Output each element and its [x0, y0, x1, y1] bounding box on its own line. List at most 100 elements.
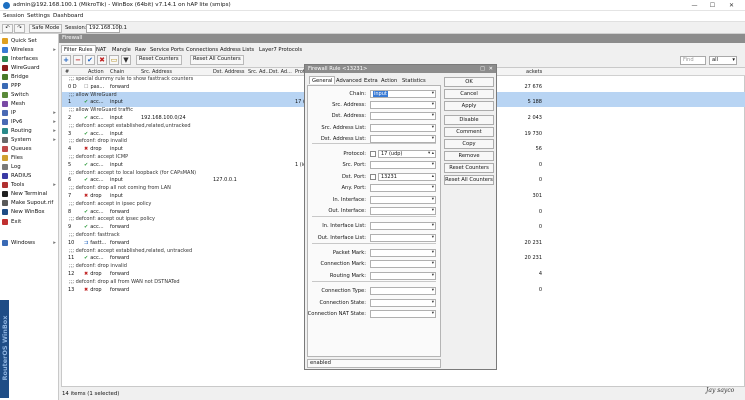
- cancel-button[interactable]: Cancel: [444, 89, 494, 99]
- sidebar-item-bridge[interactable]: Bridge: [2, 73, 58, 81]
- sidebar-item-windows[interactable]: Windows ▸: [2, 239, 58, 247]
- field-input-connection-nat-state[interactable]: ▾: [370, 310, 436, 318]
- remove-button[interactable]: Remove: [444, 151, 494, 161]
- sidebar-item-queues[interactable]: Queues: [2, 145, 58, 153]
- not-checkbox[interactable]: [370, 151, 376, 157]
- field-input-connection-mark[interactable]: ▾: [370, 260, 436, 268]
- field-input-in-interface-list[interactable]: ▾: [370, 222, 436, 230]
- safe-mode-button[interactable]: Safe Mode: [29, 24, 63, 33]
- field-input-dst-address-list[interactable]: ▾: [370, 135, 436, 143]
- redo-button[interactable]: ↷: [14, 24, 25, 33]
- field-input-any-port[interactable]: ▾: [370, 184, 436, 192]
- undo-button[interactable]: ↶: [2, 24, 13, 33]
- find-input[interactable]: Find: [680, 56, 706, 65]
- tab-connections[interactable]: Connections: [183, 45, 221, 53]
- tab-address-lists[interactable]: Address Lists: [217, 45, 257, 53]
- find-scope-select[interactable]: all ▾: [709, 56, 737, 65]
- menu-session[interactable]: Session: [3, 13, 24, 19]
- sidebar-item-system[interactable]: System ▸: [2, 136, 58, 144]
- copy-button[interactable]: Copy: [444, 139, 494, 149]
- sidebar-item-routing[interactable]: Routing ▸: [2, 127, 58, 135]
- disable-button[interactable]: Disable: [444, 115, 494, 125]
- sidebar-item-wireguard[interactable]: WireGuard: [2, 64, 58, 72]
- dialog-maximize-icon[interactable]: □: [480, 65, 485, 73]
- field-input-dst-address[interactable]: ▾: [370, 112, 436, 120]
- column-header[interactable]: #: [65, 69, 69, 75]
- disable-icon[interactable]: ✖: [97, 55, 107, 65]
- reset-all-counters-button[interactable]: Reset All Counters: [444, 175, 494, 185]
- field-input-out-interface-list[interactable]: ▾: [370, 234, 436, 242]
- field-input-routing-mark[interactable]: ▾: [370, 272, 436, 280]
- sidebar-item-files[interactable]: Files: [2, 154, 58, 162]
- sidebar-item-make-supout-rif[interactable]: Make Supout.rif: [2, 199, 58, 207]
- column-header[interactable]: Src. Ad...: [248, 69, 270, 75]
- not-checkbox[interactable]: [370, 174, 376, 180]
- tab-layer7-protocols[interactable]: Layer7 Protocols: [256, 45, 305, 53]
- field-input-packet-mark[interactable]: ▾: [370, 249, 436, 257]
- column-header[interactable]: ackets: [526, 69, 542, 75]
- column-header[interactable]: Chain: [110, 69, 124, 75]
- rule-action-label: drop: [90, 286, 102, 293]
- reset-counters-button[interactable]: Reset Counters: [136, 55, 182, 65]
- dialog-tab-action[interactable]: Action: [378, 76, 400, 84]
- ok-button[interactable]: OK: [444, 77, 494, 87]
- tab-filter-rules[interactable]: Filter Rules: [61, 45, 96, 53]
- comment-button[interactable]: Comment: [444, 127, 494, 137]
- field-input-out-interface[interactable]: ▾: [370, 207, 436, 215]
- field-input-src-address-list[interactable]: ▾: [370, 124, 436, 132]
- field-input-protocol[interactable]: 17 (udp) ▾ ▴: [378, 150, 436, 158]
- sidebar-item-quick-set[interactable]: Quick Set: [2, 37, 58, 45]
- field-label-in-interface: In. Interface:: [332, 197, 366, 203]
- menu-dashboard[interactable]: Dashboard: [53, 13, 83, 19]
- comment-icon[interactable]: ▭: [109, 55, 119, 65]
- sidebar-item-radius[interactable]: RADIUS: [2, 172, 58, 180]
- sidebar-item-ppp[interactable]: PPP: [2, 82, 58, 90]
- sidebar-item-new-terminal[interactable]: New Terminal: [2, 190, 58, 198]
- field-input-src-address[interactable]: ▾: [370, 101, 436, 109]
- enable-icon[interactable]: ✔: [85, 55, 95, 65]
- column-header[interactable]: Src. Address: [141, 69, 172, 75]
- dialog-tab-statistics[interactable]: Statistics: [399, 76, 429, 84]
- sidebar-item-ipv6[interactable]: IPv6 ▸: [2, 118, 58, 126]
- filter-icon[interactable]: ▼: [121, 55, 131, 65]
- reset-all-counters-button[interactable]: Reset All Counters: [190, 55, 244, 65]
- reset-counters-button[interactable]: Reset Counters: [444, 163, 494, 173]
- field-input-chain[interactable]: input ▾: [370, 90, 436, 98]
- submenu-arrow-icon: ▸: [53, 119, 56, 125]
- sidebar-item-mesh[interactable]: Mesh: [2, 100, 58, 108]
- minimize-icon[interactable]: —: [690, 1, 699, 10]
- maximize-icon[interactable]: ☐: [708, 1, 717, 10]
- tab-service-ports[interactable]: Service Ports: [147, 45, 187, 53]
- column-header[interactable]: Dst. Ad...: [269, 69, 292, 75]
- field-input-connection-state[interactable]: ▾: [370, 299, 436, 307]
- field-input-src-port[interactable]: ▾: [370, 161, 436, 169]
- sidebar-item-new-winbox[interactable]: New WinBox: [2, 208, 58, 216]
- menu-settings[interactable]: Settings: [27, 13, 50, 19]
- sidebar-item-log[interactable]: Log: [2, 163, 58, 171]
- field-input-connection-type[interactable]: ▾: [370, 287, 436, 295]
- accept-icon: ✔: [84, 99, 89, 106]
- add-icon[interactable]: +: [61, 55, 71, 65]
- dialog-close-icon[interactable]: ✕: [489, 65, 493, 73]
- sidebar-item-switch[interactable]: Switch: [2, 91, 58, 99]
- sidebar-item-interfaces[interactable]: Interfaces: [2, 55, 58, 63]
- apply-button[interactable]: Apply: [444, 101, 494, 111]
- chevron-down-icon: ▾: [431, 208, 434, 213]
- rule-chain: input: [110, 161, 123, 168]
- sidebar-item-wireless[interactable]: Wireless ▸: [2, 46, 58, 54]
- sidebar-item-tools[interactable]: Tools ▸: [2, 181, 58, 189]
- tab-mangle[interactable]: Mangle: [109, 45, 134, 53]
- field-input-in-interface[interactable]: ▾: [370, 196, 436, 204]
- field-input-dst-port[interactable]: 13231 ▴: [378, 173, 436, 181]
- rule-comment: ;;; defconf: accept established,related,…: [69, 122, 191, 129]
- close-icon[interactable]: ✕: [727, 1, 736, 10]
- column-header[interactable]: Action: [88, 69, 104, 75]
- dialog-tab-general[interactable]: General: [309, 76, 336, 84]
- dialog-tab-advanced[interactable]: Advanced: [333, 76, 365, 84]
- session-field[interactable]: 192.168.100.1: [86, 24, 127, 33]
- sidebar-item-ip[interactable]: IP ▸: [2, 109, 58, 117]
- tab-nat[interactable]: NAT: [93, 45, 109, 53]
- remove-icon[interactable]: −: [73, 55, 83, 65]
- column-header[interactable]: Dst. Address: [213, 69, 245, 75]
- sidebar-item-exit[interactable]: Exit: [2, 218, 58, 226]
